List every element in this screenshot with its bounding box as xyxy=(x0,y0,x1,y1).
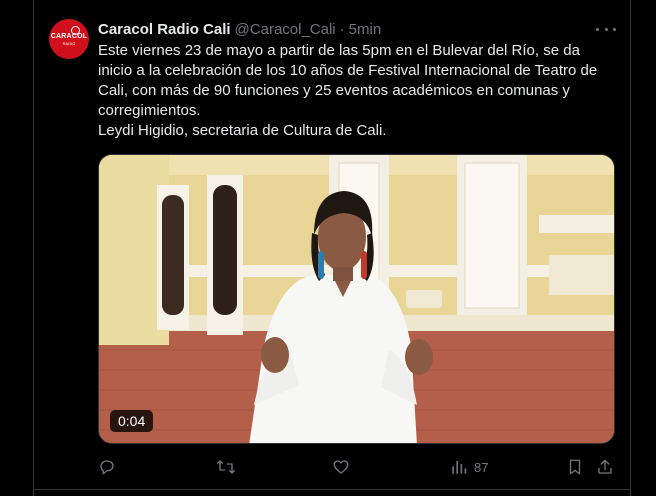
tweet-text-line: Cali, con más de 90 funciones y 25 event… xyxy=(98,82,570,99)
tweet-actions: 87 xyxy=(0,456,656,478)
views-count: 87 xyxy=(474,459,489,475)
tweet-text-line: corregimientos. xyxy=(98,102,201,119)
tweet-text: Este viernes 23 de mayo a partir de las … xyxy=(98,41,618,141)
more-options-icon[interactable] xyxy=(596,22,616,36)
user-handle[interactable]: @Caracol_Cali xyxy=(235,21,336,38)
reply-button[interactable] xyxy=(98,456,116,478)
heart-icon xyxy=(333,460,349,474)
tweet-header: Caracol Radio Cali @Caracol_Cali · 5min xyxy=(98,19,381,39)
bookmark-icon xyxy=(569,459,581,475)
bookmark-button[interactable] xyxy=(566,456,584,478)
video-duration: 0:04 xyxy=(110,410,154,432)
share-icon xyxy=(598,459,612,474)
divider xyxy=(34,489,630,490)
avatar[interactable]: CARACOL RADIO xyxy=(49,19,89,59)
display-name[interactable]: Caracol Radio Cali xyxy=(98,21,231,38)
reply-icon xyxy=(100,460,114,475)
views-icon xyxy=(452,461,467,474)
tweet-text-line: inicio a la celebración de los 10 años d… xyxy=(98,62,598,79)
avatar-logo-text: CARACOL xyxy=(50,32,88,40)
video-frame xyxy=(99,155,614,443)
separator-dot: · xyxy=(339,20,345,38)
views-button[interactable]: 87 xyxy=(450,456,488,478)
like-button[interactable] xyxy=(332,456,350,478)
retweet-button[interactable] xyxy=(216,456,236,478)
tweet-text-line: Leydi Higidio, secretaria de Cultura de … xyxy=(98,122,387,139)
avatar-logo-subtext: RADIO xyxy=(62,40,76,46)
timestamp[interactable]: 5min xyxy=(349,21,382,38)
video-player[interactable] xyxy=(98,154,615,444)
share-button[interactable] xyxy=(596,456,614,478)
logo-ring-icon xyxy=(71,26,80,35)
tweet-text-line: Este viernes 23 de mayo a partir de las … xyxy=(98,42,580,59)
retweet-icon xyxy=(217,460,235,474)
